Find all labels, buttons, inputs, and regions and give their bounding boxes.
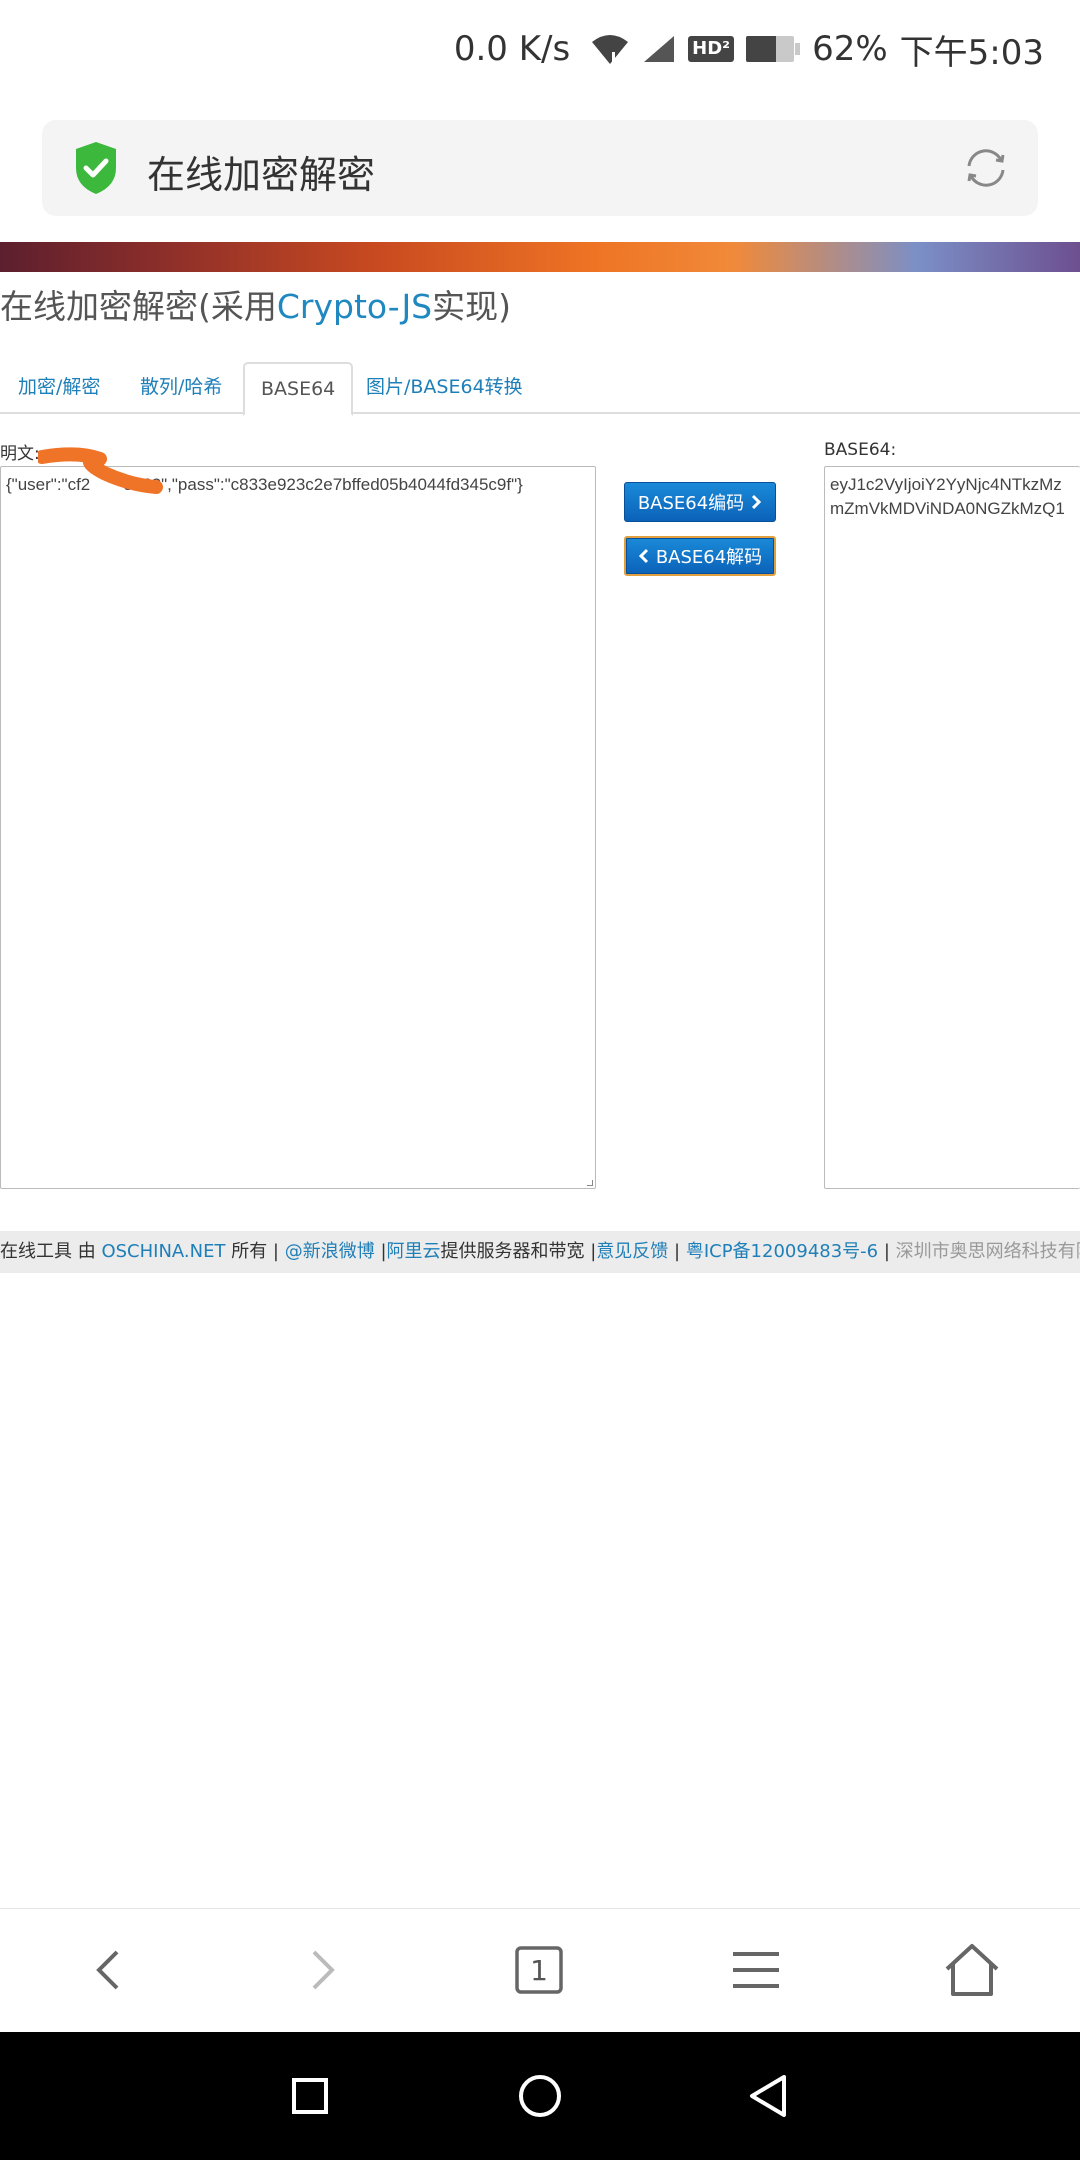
system-home-button[interactable] — [510, 2066, 570, 2126]
footer-text: 在线工具 由 — [0, 1241, 102, 1262]
network-speed: 0.0 K/s — [453, 29, 571, 69]
address-bar[interactable]: 在线加密解密 — [42, 120, 1038, 216]
forward-button[interactable] — [290, 1937, 356, 2003]
heading-prefix: 在线加密解密(采用 — [0, 287, 277, 326]
clock: 下午5:03 — [899, 32, 1044, 73]
base64-textarea[interactable]: eyJ1c2VyIjoiY2YyNjc4NTkzMz mZmVkMDViNDA0… — [824, 466, 1080, 1189]
footer-text: | — [374, 1241, 387, 1262]
tab-encrypt-decrypt[interactable]: 加密/解密 — [18, 362, 100, 414]
footer-link-weibo[interactable]: @新浪微博 — [285, 1241, 375, 1262]
system-back-button[interactable] — [738, 2066, 798, 2126]
wifi-icon — [590, 32, 630, 66]
encode-button-label: BASE64编码 — [637, 493, 745, 514]
chevron-left-icon — [96, 1950, 119, 1990]
plaintext-textarea[interactable]: {"user":"cf2 3362","pass":"c833e923c2e7b… — [0, 466, 596, 1189]
footer-link-feedback[interactable]: 意见反馈 — [596, 1241, 668, 1262]
plaintext-value: {"user":"cf2 3362","pass":"c833e923c2e7b… — [6, 475, 523, 494]
battery-percent: 62% — [812, 29, 888, 69]
base64-decode-button[interactable]: BASE64解码 — [624, 536, 776, 576]
decode-button-label: BASE64解码 — [655, 547, 763, 568]
shield-check-icon — [76, 142, 116, 194]
hd-voice-icon: HD² — [688, 36, 735, 62]
footer-link-aliyun[interactable]: 阿里云 — [387, 1241, 441, 1262]
tab-image-base64[interactable]: 图片/BASE64转换 — [366, 362, 523, 414]
footer-text: 所有 | — [225, 1241, 285, 1262]
status-bar: 0.0 K/s HD² 62% 下午5:03 — [0, 0, 1080, 96]
back-button[interactable] — [75, 1937, 141, 2003]
footer-text: | — [878, 1241, 896, 1262]
heading-crypto-js: Crypto-JS — [276, 287, 433, 326]
base64-label: BASE64: — [824, 440, 897, 460]
square-icon — [292, 2078, 328, 2114]
footer-text: 提供服务器和带宽 | — [440, 1241, 597, 1262]
resize-grip-icon[interactable] — [587, 1180, 593, 1186]
base64-encode-button[interactable]: BASE64编码 — [624, 482, 776, 522]
browser-toolbar: 1 — [0, 1908, 1080, 2032]
refresh-icon[interactable] — [960, 142, 1012, 194]
chevron-right-icon — [752, 494, 762, 510]
circle-icon — [519, 2075, 561, 2117]
page-title-in-address-bar[interactable]: 在线加密解密 — [147, 144, 375, 199]
chevron-left-icon — [638, 548, 648, 564]
tab-count: 1 — [530, 1953, 548, 1987]
tabs-button[interactable]: 1 — [506, 1937, 572, 2003]
tab-base64[interactable]: BASE64 — [243, 362, 354, 416]
tool-tabs: 加密/解密 散列/哈希 BASE64 图片/BASE64转换 — [0, 362, 1080, 416]
base64-line-2: mZmVkMDViNDA0NGZkMzQ1 — [830, 499, 1065, 518]
footer-link-icp[interactable]: 粤ICP备12009483号-6 — [686, 1241, 878, 1262]
heading-suffix: 实现) — [432, 287, 512, 326]
site-footer: 在线工具 由 OSCHINA.NET 所有 | @新浪微博 |阿里云提供服务器和… — [0, 1231, 1080, 1273]
battery-icon — [746, 36, 801, 62]
menu-button[interactable] — [723, 1937, 789, 2003]
triangle-back-icon — [750, 2075, 786, 2117]
footer-company: 深圳市奥思网络科技有限公司 — [895, 1241, 1080, 1262]
chevron-right-icon — [312, 1950, 335, 1990]
footer-text: | — [668, 1241, 686, 1262]
page-heading: 在线加密解密(采用Crypto-JS实现) — [0, 280, 511, 328]
recents-button[interactable] — [280, 2066, 340, 2126]
header-banner — [0, 242, 1080, 272]
status-bar-right: 0.0 K/s HD² 62% 下午5:03 — [453, 26, 1044, 73]
footer-link-oschina[interactable]: OSCHINA.NET — [101, 1241, 225, 1262]
tab-hash[interactable]: 散列/哈希 — [140, 362, 222, 414]
system-navigation-bar — [0, 2032, 1080, 2160]
base64-line-1: eyJ1c2VyIjoiY2YyNjc4NTkzMz — [830, 475, 1062, 494]
hamburger-menu-icon — [733, 1952, 779, 1988]
home-button[interactable] — [939, 1937, 1005, 2003]
home-icon — [945, 1944, 999, 1996]
plaintext-label: 明文: — [0, 444, 40, 464]
signal-icon — [642, 34, 676, 64]
